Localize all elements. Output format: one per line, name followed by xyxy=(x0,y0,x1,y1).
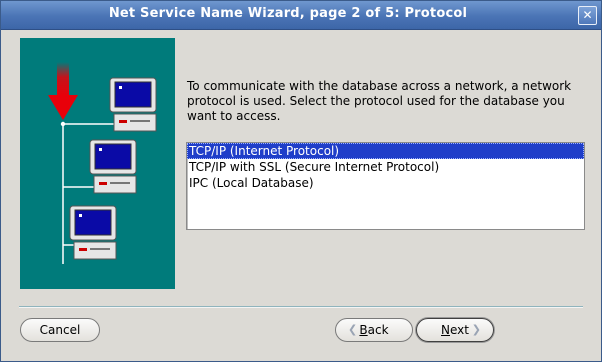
network-illustration xyxy=(20,38,175,289)
footer-separator xyxy=(19,306,583,308)
next-label: Next xyxy=(441,323,469,337)
next-button[interactable]: Next ❯ xyxy=(416,318,494,342)
computer-icon xyxy=(69,205,117,260)
chevron-right-icon: ❯ xyxy=(471,323,481,336)
window-title: Net Service Name Wizard, page 2 of 5: Pr… xyxy=(108,6,468,21)
wizard-content: To communicate with the database across … xyxy=(1,30,601,361)
protocol-listbox[interactable]: TCP/IP (Internet Protocol) TCP/IP with S… xyxy=(186,142,585,230)
computer-icon xyxy=(89,139,137,194)
list-item-tcpip-ssl[interactable]: TCP/IP with SSL (Secure Internet Protoco… xyxy=(187,159,584,175)
cancel-button[interactable]: Cancel xyxy=(20,318,100,342)
wizard-window: Net Service Name Wizard, page 2 of 5: Pr… xyxy=(0,0,602,362)
close-icon: ✕ xyxy=(582,8,593,22)
close-button[interactable]: ✕ xyxy=(578,6,597,25)
back-button[interactable]: ❮ Back xyxy=(335,318,413,342)
chevron-left-icon: ❮ xyxy=(348,323,358,336)
instruction-text: To communicate with the database across … xyxy=(187,79,572,123)
red-arrow-icon xyxy=(48,62,78,120)
computer-icon xyxy=(109,77,157,132)
cancel-label: Cancel xyxy=(39,323,81,337)
list-item-ipc[interactable]: IPC (Local Database) xyxy=(187,175,584,191)
back-label: Back xyxy=(359,323,389,337)
title-bar[interactable]: Net Service Name Wizard, page 2 of 5: Pr… xyxy=(1,1,601,30)
list-item-tcpip[interactable]: TCP/IP (Internet Protocol) xyxy=(187,143,584,159)
network-diagram-icon xyxy=(48,62,157,264)
